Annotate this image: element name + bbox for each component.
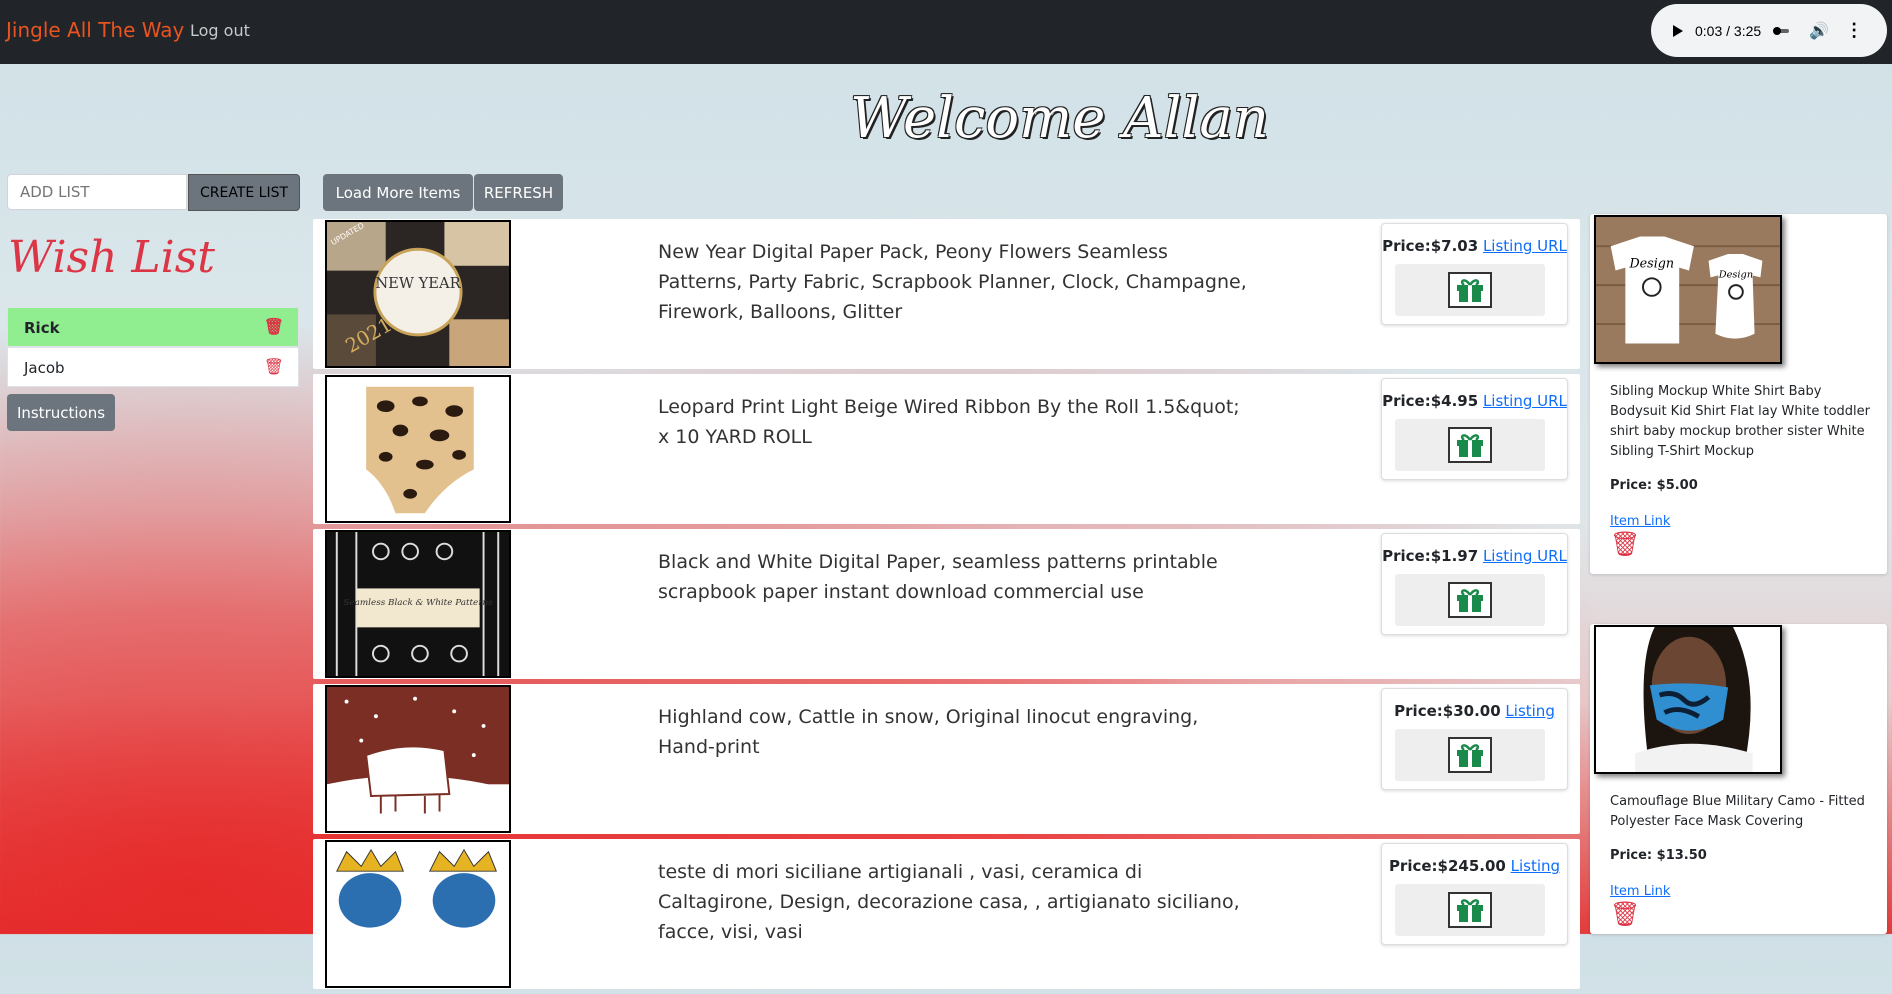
trash-icon[interactable]: 🗑 [264, 317, 284, 336]
item-price: Price:$7.03 [1382, 237, 1479, 255]
welcome-heading: Welcome Allan [850, 86, 1269, 151]
load-more-items-button[interactable]: Load More Items [323, 174, 473, 211]
volume-icon[interactable]: 🔊 [1809, 21, 1829, 41]
price-box: Price:$30.00 Listing URL [1381, 688, 1568, 790]
refresh-button[interactable]: REFRESH [474, 174, 563, 211]
add-to-wishlist-button[interactable] [1448, 737, 1492, 773]
list-item: NEW YEAR 2021 UPDATED New Year Digital P… [313, 219, 1580, 369]
add-list-input[interactable] [7, 174, 187, 210]
add-to-wishlist-button[interactable] [1448, 892, 1492, 928]
product-image[interactable]: Seamless Black & White Patterns [325, 530, 511, 678]
more-options-icon[interactable]: ⋮ [1845, 20, 1863, 41]
thumb-text: Design [1718, 269, 1753, 280]
gift-icon [1457, 434, 1483, 457]
list-item: teste di mori siciliane artigianali , va… [313, 839, 1580, 989]
item-link[interactable]: Item Link [1610, 884, 1670, 899]
item-list: NEW YEAR 2021 UPDATED New Year Digital P… [313, 219, 1580, 994]
item-price: Price:$245.00 [1388, 857, 1506, 875]
trash-icon[interactable]: 🗑 [1610, 530, 1640, 558]
card-title: Sibling Mockup White Shirt Baby Bodysuit… [1610, 384, 1870, 459]
item-price: Price:$1.97 [1382, 547, 1479, 565]
gift-icon [1457, 279, 1483, 302]
play-icon[interactable] [1673, 24, 1683, 37]
logout-link[interactable]: Log out [190, 21, 250, 40]
list-name: Rick [24, 319, 60, 337]
wishlist-card: Camouflage Blue Military Camo - Fitted P… [1590, 624, 1887, 934]
list-name: Jacob [24, 359, 65, 377]
item-price: Price:$30.00 [1394, 702, 1501, 720]
item-description: Black and White Digital Paper, seamless … [658, 551, 1218, 603]
gift-icon [1457, 744, 1483, 767]
instructions-button[interactable]: Instructions [7, 394, 115, 431]
navbar: Jingle All The Way Log out 0:03 / 3:25 🔊… [0, 0, 1892, 64]
listing-url-link[interactable]: Listing URL [1483, 237, 1567, 255]
create-list-button[interactable]: CREATE LIST [188, 174, 300, 211]
add-to-wishlist-button[interactable] [1448, 582, 1492, 618]
wish-list-title: Wish List [8, 232, 215, 283]
wishlist-card: Design Design Sibling Mockup White Shirt… [1590, 214, 1887, 574]
product-image[interactable]: NEW YEAR 2021 UPDATED [325, 220, 511, 368]
item-price: Price:$4.95 [1382, 392, 1479, 410]
product-image[interactable] [1594, 625, 1782, 774]
listing-url-link[interactable]: Listing URL [1483, 392, 1567, 410]
wish-lists: Rick 🗑 Jacob 🗑 [7, 307, 299, 387]
list-item: Highland cow, Cattle in snow, Original l… [313, 684, 1580, 834]
gift-icon [1457, 589, 1483, 612]
trash-icon[interactable]: 🗑 [264, 357, 284, 376]
list-item: Seamless Black & White Patterns Black an… [313, 529, 1580, 679]
item-description: Highland cow, Cattle in snow, Original l… [658, 706, 1199, 758]
brand-link[interactable]: Jingle All The Way [6, 18, 184, 42]
product-image[interactable] [325, 840, 511, 988]
item-description: New Year Digital Paper Pack, Peony Flowe… [658, 241, 1247, 323]
item-description: Leopard Print Light Beige Wired Ribbon B… [658, 396, 1240, 448]
audio-progress-slider[interactable] [1773, 26, 1790, 35]
trash-icon[interactable]: 🗑 [1610, 900, 1640, 928]
price-box: Price:$1.97 Listing URL [1381, 533, 1568, 635]
thumb-text: NEW YEAR [375, 275, 461, 292]
product-image[interactable] [325, 685, 511, 833]
thumb-text: Seamless Black & White Patterns [343, 598, 493, 608]
price-box: Price:$4.95 Listing URL [1381, 378, 1568, 480]
thumb-text: Design [1628, 256, 1674, 271]
audio-player[interactable]: 0:03 / 3:25 🔊 ⋮ [1651, 4, 1887, 57]
price-box: Price:$7.03 Listing URL [1381, 223, 1568, 325]
add-to-wishlist-button[interactable] [1448, 272, 1492, 308]
price-box: Price:$245.00 Listing URL [1381, 843, 1568, 945]
list-item: Leopard Print Light Beige Wired Ribbon B… [313, 374, 1580, 524]
product-image[interactable] [325, 375, 511, 523]
card-price: Price: $5.00 [1610, 478, 1698, 493]
audio-time: 0:03 / 3:25 [1695, 22, 1762, 39]
item-link[interactable]: Item Link [1610, 514, 1670, 529]
card-title: Camouflage Blue Military Camo - Fitted P… [1610, 794, 1865, 829]
add-to-wishlist-button[interactable] [1448, 427, 1492, 463]
listing-url-link[interactable]: Listing URL [1483, 547, 1567, 565]
list-item[interactable]: Rick 🗑 [7, 307, 299, 347]
card-price: Price: $13.50 [1610, 848, 1707, 863]
product-image[interactable]: Design Design [1594, 215, 1782, 364]
gift-icon [1457, 899, 1483, 922]
list-item[interactable]: Jacob 🗑 [7, 347, 299, 387]
